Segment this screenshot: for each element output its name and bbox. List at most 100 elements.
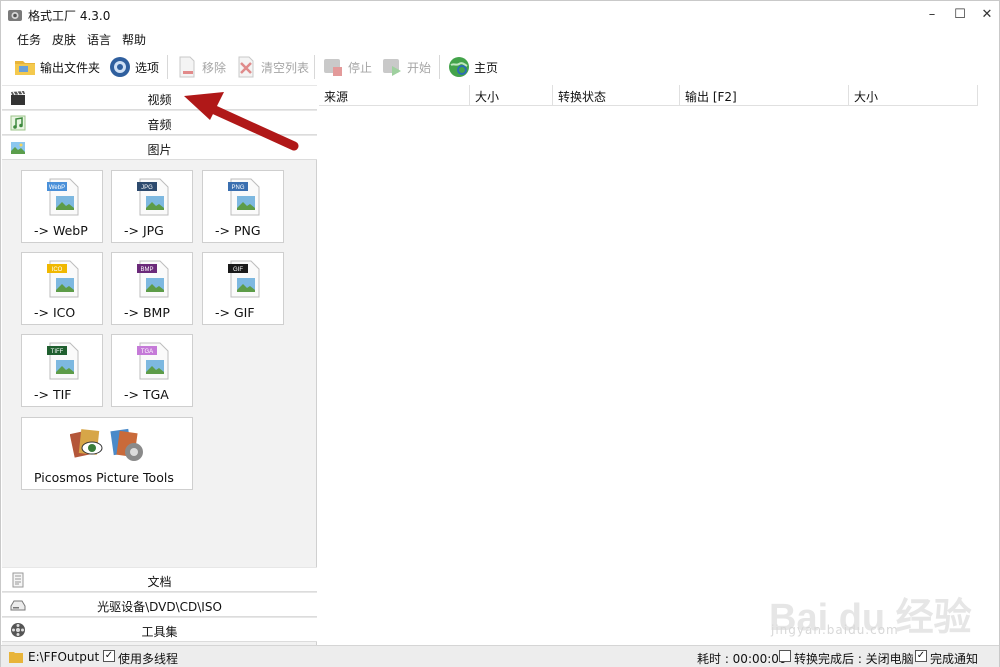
close-icon: ✕	[981, 7, 993, 22]
image-file-icon: BMP	[137, 260, 169, 298]
column-output-label: 输出 [F2]	[685, 90, 737, 104]
svg-text:PNG: PNG	[231, 185, 244, 191]
app-window: 格式工厂 4.3.0 – ☐ ✕ 任务 皮肤 语言 帮助 输出文件夹 选项 移除…	[0, 0, 1000, 667]
category-tools[interactable]: 工具集	[2, 617, 317, 642]
stop-icon	[324, 59, 342, 76]
multithread-checkbox[interactable]: ✓	[103, 650, 115, 662]
output-folder-label: 输出文件夹	[40, 60, 101, 75]
menu-help[interactable]: 帮助	[122, 31, 146, 48]
format-tile-label: -> GIF	[215, 305, 255, 320]
close-button[interactable]: ✕	[973, 4, 1000, 26]
svg-text:TIFF: TIFF	[51, 349, 64, 355]
options-button[interactable]: 选项	[108, 53, 159, 81]
remove-icon	[179, 56, 195, 78]
app-icon	[8, 10, 22, 21]
format-tile-bmp[interactable]: BMP -> BMP	[111, 252, 193, 325]
column-output-size-label: 大小	[854, 90, 879, 104]
column-source-label: 来源	[324, 90, 349, 104]
category-document-label: 文档	[147, 575, 172, 589]
picosmos-tools-tile[interactable]: Picosmos Picture Tools	[21, 417, 193, 490]
format-tile-label: -> ICO	[34, 305, 76, 320]
column-output[interactable]: 输出 [F2]	[680, 85, 849, 106]
toolbar-separator	[314, 55, 315, 79]
output-path[interactable]: E:\FFOutput	[28, 650, 99, 664]
svg-text:BMP: BMP	[140, 267, 153, 273]
menu-skin[interactable]: 皮肤	[52, 31, 76, 48]
after-convert-label: 转换完成后 : 关闭电脑	[794, 652, 914, 666]
format-tile-label: -> TGA	[124, 387, 169, 402]
format-tile-webp[interactable]: WebP -> WebP	[21, 170, 103, 243]
svg-text:TGA: TGA	[141, 349, 153, 355]
clear-list-label: 清空列表	[261, 60, 310, 75]
watermark-url: jingyan.baidu.com	[771, 623, 899, 637]
watermark: Bai du 经验 jingyan.baidu.com	[761, 561, 981, 641]
multithread-label: 使用多线程	[118, 652, 179, 666]
stop-button[interactable]: 停止	[321, 53, 372, 81]
clear-list-button[interactable]: 清空列表	[234, 53, 309, 81]
maximize-icon: ☐	[954, 7, 966, 22]
after-convert-checkbox[interactable]	[779, 650, 791, 662]
window-title: 格式工厂 4.3.0	[28, 9, 111, 23]
column-size-label: 大小	[475, 90, 500, 104]
start-icon	[383, 59, 401, 76]
stop-label: 停止	[348, 60, 373, 75]
image-file-icon: TIFF	[47, 342, 79, 380]
svg-text:GIF: GIF	[233, 267, 243, 273]
start-button[interactable]: 开始	[380, 53, 431, 81]
start-label: 开始	[407, 60, 432, 75]
format-tile-label: -> BMP	[124, 305, 170, 320]
picosmos-icon	[70, 428, 143, 461]
menu-language[interactable]: 语言	[87, 31, 111, 48]
output-folder-icon	[9, 652, 23, 663]
column-source[interactable]: 来源	[319, 85, 470, 106]
menu-bar: 任务 皮肤 语言 帮助	[1, 29, 999, 49]
format-tile-jpg[interactable]: JPG -> JPG	[111, 170, 193, 243]
clear-list-icon	[238, 56, 254, 78]
notify-label: 完成通知	[930, 652, 979, 666]
format-tile-label: -> JPG	[124, 223, 164, 238]
format-tile-ico[interactable]: ICO -> ICO	[21, 252, 103, 325]
menu-task[interactable]: 任务	[17, 31, 41, 48]
format-tile-label: -> TIF	[34, 387, 72, 402]
svg-text:ICO: ICO	[52, 267, 63, 273]
picosmos-label: Picosmos Picture Tools	[34, 470, 174, 485]
notify-checkbox[interactable]: ✓	[915, 650, 927, 662]
options-gear-icon	[110, 57, 130, 77]
category-optical[interactable]: 光驱设备\DVD\CD\ISO	[2, 592, 317, 617]
svg-text:JPG: JPG	[141, 185, 153, 191]
format-tile-label: -> PNG	[215, 223, 261, 238]
minimize-icon: –	[928, 7, 936, 22]
image-file-icon: PNG	[228, 178, 260, 216]
format-tile-tiff[interactable]: TIFF -> TIF	[21, 334, 103, 407]
options-label: 选项	[135, 60, 160, 75]
maximize-button[interactable]: ☐	[946, 4, 974, 26]
category-tools-label: 工具集	[141, 625, 178, 639]
column-size[interactable]: 大小	[470, 85, 553, 106]
status-bar: E:\FFOutput ✓ 使用多线程 耗时 : 00:00:00 转换完成后 …	[1, 645, 999, 667]
remove-button[interactable]: 移除	[175, 53, 226, 81]
home-button[interactable]: 主页	[447, 53, 498, 81]
category-document[interactable]: 文档	[2, 567, 317, 592]
elapsed-time: 耗时 : 00:00:00	[697, 652, 787, 666]
minimize-button[interactable]: –	[918, 4, 946, 26]
category-pane: 视频 音频 图片 WebP -> WebP JPG -> JPG PNG -> PNG IC…	[2, 85, 317, 645]
column-output-size[interactable]: 大小	[849, 85, 978, 106]
svg-text:WebP: WebP	[49, 185, 65, 191]
column-status[interactable]: 转换状态	[553, 85, 680, 106]
remove-label: 移除	[202, 60, 227, 75]
format-tile-gif[interactable]: GIF -> GIF	[202, 252, 284, 325]
image-file-icon: TGA	[137, 342, 169, 380]
category-optical-label: 光驱设备\DVD\CD\ISO	[97, 600, 222, 614]
annotation-arrow	[184, 92, 299, 151]
output-folder-button[interactable]: 输出文件夹	[13, 53, 100, 81]
toolbar-separator	[167, 55, 168, 79]
toolbar: 输出文件夹 选项 移除 清空列表 停止 开始 主页	[1, 51, 999, 84]
format-tile-label: -> WebP	[34, 223, 88, 238]
format-tile-png[interactable]: PNG -> PNG	[202, 170, 284, 243]
format-tile-tga[interactable]: TGA -> TGA	[111, 334, 193, 407]
image-file-icon: WebP	[47, 178, 79, 216]
image-file-icon: ICO	[47, 260, 79, 298]
home-globe-icon	[449, 57, 469, 77]
image-file-icon: JPG	[137, 178, 169, 216]
home-label: 主页	[474, 60, 499, 75]
